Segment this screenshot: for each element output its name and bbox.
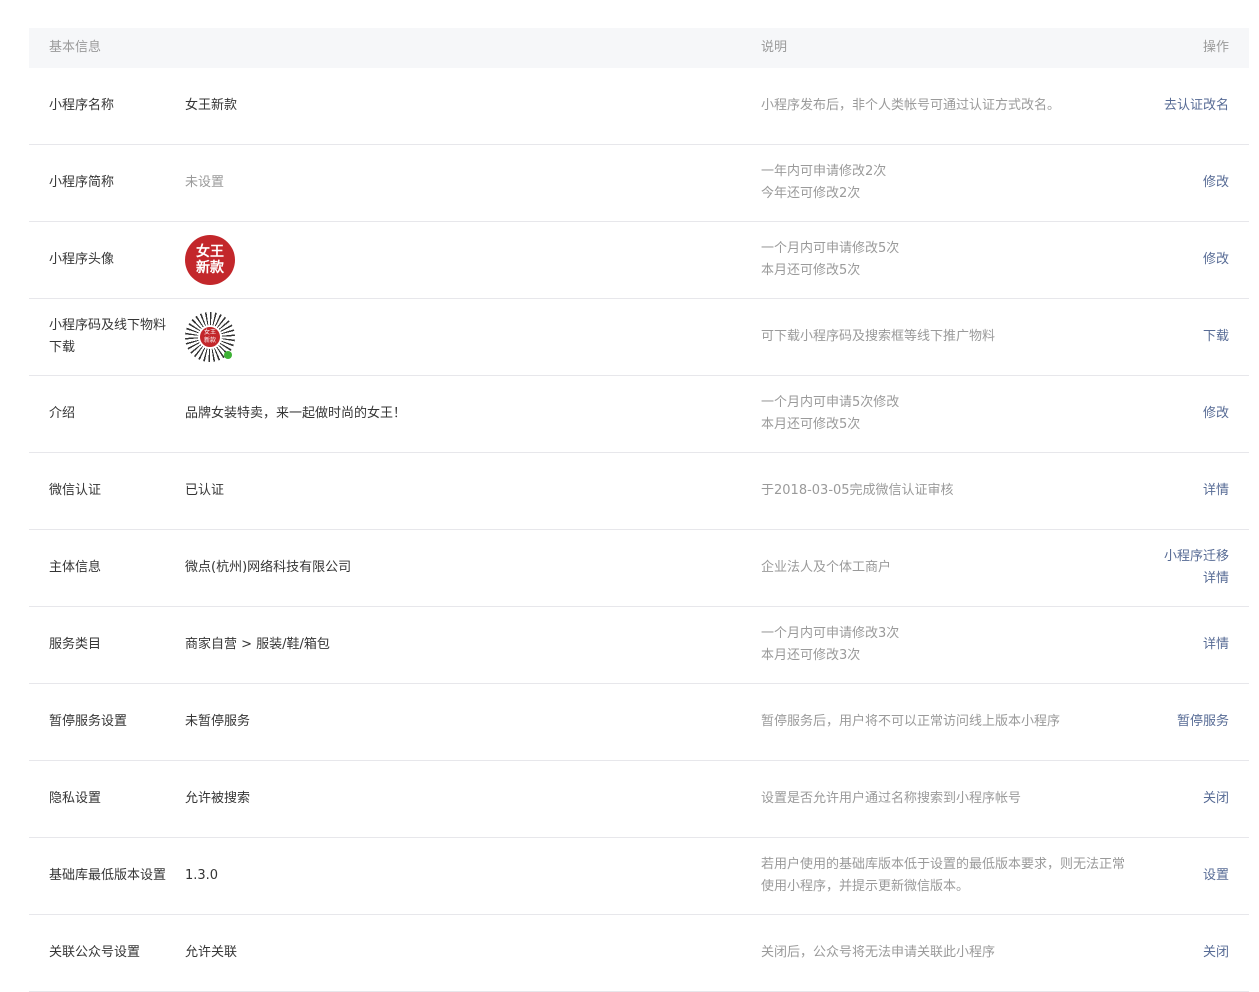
row-value: 1.3.0 bbox=[185, 868, 219, 883]
table-row: 小程序头像 女王 新款 一个月内可申请修改5次 本月还可修改5次 修改 bbox=[29, 222, 1249, 299]
table-row: 微信认证 已认证 于2018-03-05完成微信认证审核 详情 bbox=[29, 453, 1249, 530]
header-basic: 基本信息 bbox=[49, 40, 102, 55]
action-link[interactable]: 详情 bbox=[1203, 634, 1229, 656]
row-description: 关闭后，公众号将无法申请关联此小程序 bbox=[761, 945, 996, 960]
row-label: 微信认证 bbox=[49, 483, 102, 498]
row-description: 一个月内可申请修改5次 bbox=[761, 241, 900, 256]
row-description: 本月还可修改5次 bbox=[761, 263, 861, 278]
row-description: 可下载小程序码及搜索框等线下推广物料 bbox=[761, 329, 996, 344]
row-label: 隐私设置 bbox=[49, 791, 102, 806]
table-row: 关联公众号设置 允许关联 关闭后，公众号将无法申请关联此小程序 关闭 bbox=[29, 915, 1249, 992]
table-row: 服务类目 商家自营 > 服装/鞋/箱包 一个月内可申请修改3次 本月还可修改3次 … bbox=[29, 607, 1249, 684]
row-label: 基础库最低版本设置 bbox=[49, 868, 167, 883]
action-link[interactable]: 修改 bbox=[1203, 249, 1229, 271]
settings-table: 基本信息 说明 操作 小程序名称 女王新款 小程序发布后，非个人类帐号可通过认证… bbox=[29, 28, 1249, 992]
row-value: 商家自营 > 服装/鞋/箱包 bbox=[185, 637, 330, 652]
action-link[interactable]: 暂停服务 bbox=[1177, 711, 1229, 733]
row-description: 设置是否允许用户通过名称搜索到小程序帐号 bbox=[761, 791, 1022, 806]
row-description: 今年还可修改2次 bbox=[761, 186, 861, 201]
row-label: 服务类目 bbox=[49, 637, 102, 652]
header-ops: 操作 bbox=[1202, 40, 1229, 55]
table-row: 小程序码及线下物料下载 女王 新款 可下载小程序码及搜索框等线下推广物料 下载 bbox=[29, 299, 1249, 376]
action-link[interactable]: 下载 bbox=[1203, 326, 1229, 348]
action-link[interactable]: 修改 bbox=[1203, 172, 1229, 194]
row-description: 暂停服务后，用户将不可以正常访问线上版本小程序 bbox=[761, 714, 1061, 729]
row-label: 关联公众号设置 bbox=[49, 945, 141, 960]
action-link[interactable]: 设置 bbox=[1203, 865, 1229, 887]
row-description: 于2018-03-05完成微信认证审核 bbox=[761, 483, 954, 498]
row-label: 暂停服务设置 bbox=[49, 714, 128, 729]
row-description: 企业法人及个体工商户 bbox=[761, 560, 892, 575]
action-link[interactable]: 去认证改名 bbox=[1164, 95, 1229, 117]
table-row: 隐私设置 允许被搜索 设置是否允许用户通过名称搜索到小程序帐号 关闭 bbox=[29, 761, 1249, 838]
action-link[interactable]: 修改 bbox=[1203, 403, 1229, 425]
row-label: 小程序头像 bbox=[49, 252, 115, 267]
table-row: 主体信息 微点(杭州)网络科技有限公司 企业法人及个体工商户 小程序迁移 详情 bbox=[29, 530, 1249, 607]
action-link[interactable]: 小程序迁移 bbox=[1164, 546, 1229, 568]
row-value: 已认证 bbox=[185, 483, 225, 498]
table-row: 介绍 品牌女装特卖，来一起做时尚的女王！ 一个月内可申请5次修改 本月还可修改5次… bbox=[29, 376, 1249, 453]
row-label: 小程序码及线下物料下载 bbox=[49, 318, 167, 355]
action-link[interactable]: 详情 bbox=[1203, 480, 1229, 502]
row-label: 小程序名称 bbox=[49, 98, 115, 113]
table-row: 基础库最低版本设置 1.3.0 若用户使用的基础库版本低于设置的最低版本要求，则… bbox=[29, 838, 1249, 915]
row-description: 一个月内可申请修改3次 bbox=[761, 626, 900, 641]
avatar-image: 女王 新款 bbox=[185, 235, 235, 285]
action-link[interactable]: 关闭 bbox=[1203, 942, 1229, 964]
row-value: 未设置 bbox=[185, 175, 225, 190]
action-link[interactable]: 详情 bbox=[1164, 568, 1229, 590]
row-description: 小程序发布后，非个人类帐号可通过认证方式改名。 bbox=[761, 98, 1061, 113]
row-label: 小程序简称 bbox=[49, 175, 115, 190]
row-description: 本月还可修改3次 bbox=[761, 648, 861, 663]
table-header: 基本信息 说明 操作 bbox=[29, 28, 1249, 68]
table-row: 小程序名称 女王新款 小程序发布后，非个人类帐号可通过认证方式改名。 去认证改名 bbox=[29, 68, 1249, 145]
table-row: 暂停服务设置 未暂停服务 暂停服务后，用户将不可以正常访问线上版本小程序 暂停服… bbox=[29, 684, 1249, 761]
row-value: 允许关联 bbox=[185, 945, 238, 960]
row-label: 介绍 bbox=[49, 406, 76, 421]
row-value: 品牌女装特卖，来一起做时尚的女王！ bbox=[185, 406, 407, 421]
row-value: 微点(杭州)网络科技有限公司 bbox=[185, 560, 352, 575]
table-row: 小程序简称 未设置 一年内可申请修改2次 今年还可修改2次 修改 bbox=[29, 145, 1249, 222]
header-desc: 说明 bbox=[761, 40, 788, 55]
row-value: 允许被搜索 bbox=[185, 791, 251, 806]
row-description: 一个月内可申请5次修改 bbox=[761, 395, 900, 410]
row-label: 主体信息 bbox=[49, 560, 102, 575]
row-description: 本月还可修改5次 bbox=[761, 417, 861, 432]
row-value: 女王新款 bbox=[185, 98, 238, 113]
row-value: 未暂停服务 bbox=[185, 714, 251, 729]
row-description: 一年内可申请修改2次 bbox=[761, 164, 887, 179]
action-link[interactable]: 关闭 bbox=[1203, 788, 1229, 810]
qr-code-icon: 女王 新款 bbox=[185, 312, 235, 362]
